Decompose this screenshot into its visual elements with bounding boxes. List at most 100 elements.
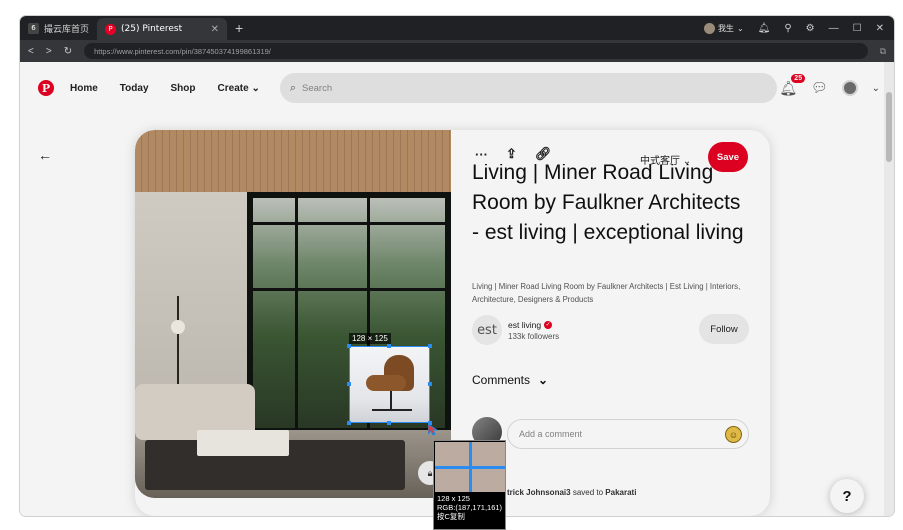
magnifier-size: 128 x 125 [437, 494, 470, 503]
chevron-down-icon[interactable]: ⌄ [872, 83, 880, 94]
follow-button[interactable]: Follow [699, 314, 749, 344]
chair-seat [366, 375, 406, 391]
back-icon[interactable]: < [28, 46, 34, 57]
color-cursor-icon [428, 424, 438, 436]
saved-board[interactable]: Pakarati [605, 488, 636, 497]
scrollbar[interactable] [884, 62, 894, 516]
comment-input[interactable]: Add a comment ☺ [507, 419, 749, 449]
resize-handle[interactable] [347, 421, 351, 425]
nav-shop[interactable]: Shop [171, 83, 196, 94]
mullion [247, 288, 451, 291]
creator-logo: est [472, 315, 502, 345]
creator-name: est living [508, 319, 542, 330]
pinterest-logo-icon[interactable]: P [38, 80, 54, 96]
messages-icon[interactable]: 💬︎ [811, 80, 828, 96]
minimize-icon[interactable]: — [829, 23, 839, 34]
profile-name: 我生 [717, 23, 734, 33]
avatar[interactable] [841, 80, 858, 96]
close-window-icon[interactable]: ✕ [876, 23, 884, 34]
scrollbar-thumb[interactable] [886, 92, 892, 162]
header-actions: 🔔︎ 25 💬︎ ⌄ [779, 73, 880, 97]
comment-placeholder: Add a comment [519, 429, 583, 439]
search-icon: ⌕ [289, 81, 296, 94]
coffee-table [197, 430, 289, 456]
comments-toggle[interactable]: Comments ⌄ [472, 373, 548, 387]
maximize-icon[interactable]: ☐ [853, 23, 862, 34]
saved-text: saved to [572, 488, 604, 497]
chevron-down-icon: ⌄ [251, 82, 260, 94]
resize-handle[interactable] [428, 344, 432, 348]
pinterest-header: P Home Today Shop Create ⌄ ⌕ Search 🔔︎ 2… [20, 70, 880, 106]
pinterest-favicon-icon: P [105, 23, 117, 35]
tab-home[interactable]: 6 撮云库首页 [20, 16, 97, 40]
magnifier-hint: 按C复制 [437, 512, 465, 521]
back-arrow-icon[interactable]: ← [38, 147, 52, 163]
url-field[interactable]: https://www.pinterest.com/pin/3874503741… [84, 43, 868, 59]
resize-handle[interactable] [387, 344, 391, 348]
gear-icon[interactable]: ⚙ [806, 23, 815, 34]
magnifier-info: 128 x 125 RGB:(187,171,161) 按C复制 [437, 494, 502, 521]
pin-icon[interactable]: ⚲ [784, 23, 791, 34]
resize-handle[interactable] [347, 344, 351, 348]
browser-profile[interactable]: 我生 ⌄ [703, 22, 744, 34]
pin-title: Living | Miner Road Living Room by Faulk… [472, 164, 744, 244]
external-link-icon[interactable]: ⧉ [880, 46, 886, 57]
pin-description: Living | Miner Road Living Room by Faulk… [472, 282, 741, 304]
saved-activity: trick Johnsonai3 saved to Pakarati [507, 488, 636, 497]
new-tab-icon[interactable]: + [227, 20, 251, 36]
search-placeholder: Search [302, 82, 333, 94]
creator-text: est living ✓ 133k followers [508, 320, 559, 341]
chevron-down-icon: ⌄ [538, 373, 549, 387]
bell-icon[interactable]: 🔔︎ [758, 23, 771, 34]
ceiling [135, 130, 451, 192]
saved-by-user[interactable]: trick Johnsonai3 [507, 488, 571, 497]
verified-icon: ✓ [544, 320, 553, 329]
notifications-button[interactable]: 🔔︎ 25 [779, 73, 806, 97]
search-input[interactable]: ⌕ Search [279, 73, 777, 103]
chair-leg [390, 391, 392, 411]
address-bar: < > ↻ https://www.pinterest.com/pin/3874… [20, 40, 894, 62]
follower-count: 133k followers [508, 331, 560, 341]
comments-label: Comments [472, 373, 531, 387]
chevron-down-icon: ⌄ [736, 23, 744, 33]
chair-base [372, 409, 412, 411]
forward-icon[interactable]: > [46, 46, 52, 57]
creator-info[interactable]: est est living ✓ 133k followers [472, 315, 559, 345]
resize-handle[interactable] [347, 382, 351, 386]
help-button[interactable]: ? [830, 479, 864, 513]
floor-lamp [177, 296, 179, 384]
lamp-globe [171, 320, 185, 334]
link-icon[interactable]: 🔗︎ [535, 146, 552, 162]
capture-magnifier: 128 x 125 RGB:(187,171,161) 按C复制 [433, 440, 506, 530]
selection-size-label: 128 × 125 [349, 333, 391, 344]
pin-image[interactable]: 🔒︎ [135, 130, 451, 498]
creator-name-row: est living ✓ [508, 320, 559, 330]
magnifier-rgb: RGB:(187,171,161) [437, 503, 503, 512]
url-text: https://www.pinterest.com/pin/3874503741… [94, 46, 271, 56]
resize-handle[interactable] [428, 382, 432, 386]
magnifier-crosshair [469, 442, 472, 492]
profile-avatar [703, 22, 715, 34]
capture-selection[interactable] [349, 346, 430, 423]
cloud-app-icon: 6 [28, 22, 39, 34]
nav-create[interactable]: Create ⌄ [218, 83, 260, 94]
tab-label: (25) Pinterest [121, 24, 183, 34]
share-icon[interactable]: ⇪ [506, 146, 517, 162]
nav-today[interactable]: Today [120, 83, 149, 94]
mullion [295, 192, 298, 432]
nav-home[interactable]: Home [70, 83, 98, 94]
tab-bar: 6 撮云库首页 P (25) Pinterest ✕ + 我生 ⌄ 🔔︎ ⚲ ⚙… [20, 16, 894, 40]
mullion [247, 222, 451, 225]
nav-create-label: Create [217, 82, 249, 94]
reload-icon[interactable]: ↻ [64, 46, 72, 57]
tab-pinterest[interactable]: P (25) Pinterest ✕ [97, 18, 228, 40]
pin-title-container: Living | Miner Road Living Room by Faulk… [472, 164, 747, 276]
emoji-icon[interactable]: ☺ [725, 426, 742, 443]
more-options-icon[interactable]: ··· [475, 147, 488, 162]
resize-handle[interactable] [387, 421, 391, 425]
notification-badge: 25 [791, 73, 806, 83]
close-tab-icon[interactable]: ✕ [211, 24, 219, 35]
pin-toolbar: ··· ⇪ 🔗︎ [475, 146, 551, 162]
window-controls: 我生 ⌄ 🔔︎ ⚲ ⚙ — ☐ ✕ [703, 22, 894, 34]
tab-label: 撮云库首页 [44, 24, 90, 35]
